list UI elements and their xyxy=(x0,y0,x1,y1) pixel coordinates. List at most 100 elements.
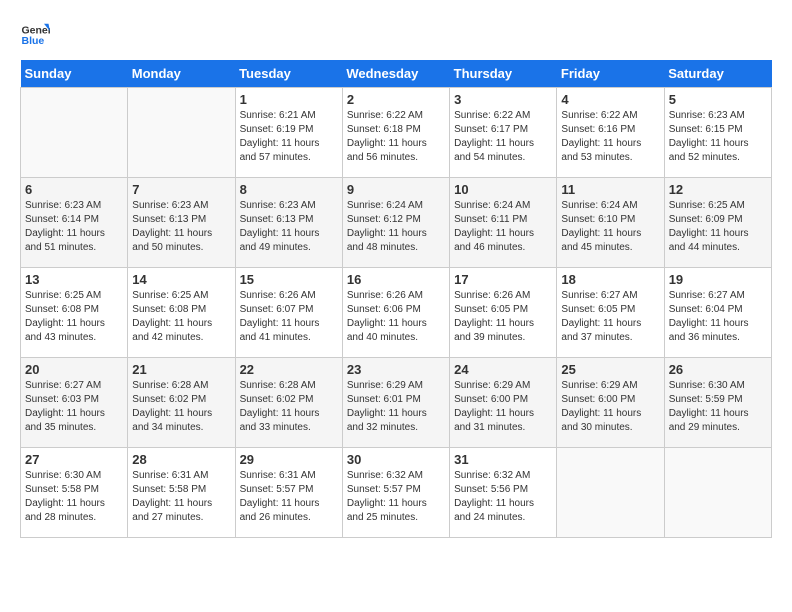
calendar-table: SundayMondayTuesdayWednesdayThursdayFrid… xyxy=(20,60,772,538)
day-cell: 22 Sunrise: 6:28 AM Sunset: 6:02 PM Dayli… xyxy=(235,358,342,448)
day-cell: 20 Sunrise: 6:27 AM Sunset: 6:03 PM Dayli… xyxy=(21,358,128,448)
day-number: 24 xyxy=(454,362,552,377)
day-cell: 10 Sunrise: 6:24 AM Sunset: 6:11 PM Dayli… xyxy=(450,178,557,268)
day-cell: 14Sunrise: 6:25 AM Sunset: 6:08 PM Dayli… xyxy=(128,268,235,358)
day-cell: 26 Sunrise: 6:30 AM Sunset: 5:59 PM Dayli… xyxy=(664,358,771,448)
day-cell xyxy=(557,448,664,538)
day-cell: 15Sunrise: 6:26 AM Sunset: 6:07 PM Dayli… xyxy=(235,268,342,358)
day-info: Sunrise: 6:23 AM Sunset: 6:13 PM Dayligh… xyxy=(132,199,230,255)
day-cell: 3 Sunrise: 6:22 AM Sunset: 6:17 PM Daylig… xyxy=(450,88,557,178)
day-number: 6 xyxy=(25,182,123,197)
day-cell: 29 Sunrise: 6:31 AM Sunset: 5:57 PM Dayli… xyxy=(235,448,342,538)
day-info: Sunrise: 6:28 AM Sunset: 6:02 PM Dayligh… xyxy=(240,379,338,435)
day-number: 2 xyxy=(347,92,445,107)
page-header: General Blue xyxy=(20,20,772,50)
day-info: Sunrise: 6:24 AM Sunset: 6:10 PM Dayligh… xyxy=(561,199,659,255)
day-info: Sunrise: 6:29 AM Sunset: 6:01 PM Dayligh… xyxy=(347,379,445,435)
day-cell: 25 Sunrise: 6:29 AM Sunset: 6:00 PM Dayli… xyxy=(557,358,664,448)
day-info: Sunrise: 6:25 AM Sunset: 6:09 PM Dayligh… xyxy=(669,199,767,255)
day-number: 19 xyxy=(669,272,767,287)
day-cell: 7 Sunrise: 6:23 AM Sunset: 6:13 PM Daylig… xyxy=(128,178,235,268)
day-info: Sunrise: 6:24 AM Sunset: 6:12 PM Dayligh… xyxy=(347,199,445,255)
day-number: 16 xyxy=(347,272,445,287)
day-number: 9 xyxy=(347,182,445,197)
day-info: Sunrise: 6:21 AM Sunset: 6:19 PM Dayligh… xyxy=(240,109,338,165)
week-row-2: 6 Sunrise: 6:23 AM Sunset: 6:14 PM Daylig… xyxy=(21,178,772,268)
week-row-4: 20 Sunrise: 6:27 AM Sunset: 6:03 PM Dayli… xyxy=(21,358,772,448)
day-cell: 27 Sunrise: 6:30 AM Sunset: 5:58 PM Dayli… xyxy=(21,448,128,538)
day-number: 15 xyxy=(240,272,338,287)
day-info: Sunrise: 6:28 AM Sunset: 6:02 PM Dayligh… xyxy=(132,379,230,435)
day-headers-row: SundayMondayTuesdayWednesdayThursdayFrid… xyxy=(21,60,772,88)
week-row-5: 27 Sunrise: 6:30 AM Sunset: 5:58 PM Dayli… xyxy=(21,448,772,538)
day-number: 20 xyxy=(25,362,123,377)
day-info: Sunrise: 6:29 AM Sunset: 6:00 PM Dayligh… xyxy=(454,379,552,435)
day-number: 8 xyxy=(240,182,338,197)
day-header-monday: Monday xyxy=(128,60,235,88)
day-info: Sunrise: 6:29 AM Sunset: 6:00 PM Dayligh… xyxy=(561,379,659,435)
day-header-friday: Friday xyxy=(557,60,664,88)
day-info: Sunrise: 6:25 AM Sunset: 6:08 PM Dayligh… xyxy=(132,289,230,345)
day-info: Sunrise: 6:23 AM Sunset: 6:14 PM Dayligh… xyxy=(25,199,123,255)
day-info: Sunrise: 6:22 AM Sunset: 6:18 PM Dayligh… xyxy=(347,109,445,165)
day-cell: 6 Sunrise: 6:23 AM Sunset: 6:14 PM Daylig… xyxy=(21,178,128,268)
day-cell: 23Sunrise: 6:29 AM Sunset: 6:01 PM Dayli… xyxy=(342,358,449,448)
day-number: 10 xyxy=(454,182,552,197)
day-info: Sunrise: 6:30 AM Sunset: 5:59 PM Dayligh… xyxy=(669,379,767,435)
day-cell: 12Sunrise: 6:25 AM Sunset: 6:09 PM Dayli… xyxy=(664,178,771,268)
day-number: 21 xyxy=(132,362,230,377)
day-number: 29 xyxy=(240,452,338,467)
day-header-saturday: Saturday xyxy=(664,60,771,88)
day-info: Sunrise: 6:26 AM Sunset: 6:05 PM Dayligh… xyxy=(454,289,552,345)
day-info: Sunrise: 6:22 AM Sunset: 6:16 PM Dayligh… xyxy=(561,109,659,165)
day-number: 13 xyxy=(25,272,123,287)
day-number: 4 xyxy=(561,92,659,107)
day-info: Sunrise: 6:27 AM Sunset: 6:03 PM Dayligh… xyxy=(25,379,123,435)
day-number: 18 xyxy=(561,272,659,287)
day-header-wednesday: Wednesday xyxy=(342,60,449,88)
day-cell: 21 Sunrise: 6:28 AM Sunset: 6:02 PM Dayli… xyxy=(128,358,235,448)
svg-text:Blue: Blue xyxy=(22,35,45,47)
day-info: Sunrise: 6:30 AM Sunset: 5:58 PM Dayligh… xyxy=(25,469,123,525)
day-number: 22 xyxy=(240,362,338,377)
day-number: 5 xyxy=(669,92,767,107)
day-number: 26 xyxy=(669,362,767,377)
day-info: Sunrise: 6:23 AM Sunset: 6:13 PM Dayligh… xyxy=(240,199,338,255)
day-number: 17 xyxy=(454,272,552,287)
day-number: 11 xyxy=(561,182,659,197)
day-cell: 2 Sunrise: 6:22 AM Sunset: 6:18 PM Daylig… xyxy=(342,88,449,178)
day-cell: 4 Sunrise: 6:22 AM Sunset: 6:16 PM Daylig… xyxy=(557,88,664,178)
day-number: 25 xyxy=(561,362,659,377)
day-info: Sunrise: 6:31 AM Sunset: 5:58 PM Dayligh… xyxy=(132,469,230,525)
day-cell: 16 Sunrise: 6:26 AM Sunset: 6:06 PM Dayli… xyxy=(342,268,449,358)
day-number: 1 xyxy=(240,92,338,107)
logo: General Blue xyxy=(20,20,50,50)
day-cell xyxy=(21,88,128,178)
day-cell: 8 Sunrise: 6:23 AM Sunset: 6:13 PM Daylig… xyxy=(235,178,342,268)
day-header-tuesday: Tuesday xyxy=(235,60,342,88)
day-cell xyxy=(128,88,235,178)
logo-icon: General Blue xyxy=(20,20,50,50)
day-info: Sunrise: 6:31 AM Sunset: 5:57 PM Dayligh… xyxy=(240,469,338,525)
day-cell: 17 Sunrise: 6:26 AM Sunset: 6:05 PM Dayli… xyxy=(450,268,557,358)
day-info: Sunrise: 6:26 AM Sunset: 6:06 PM Dayligh… xyxy=(347,289,445,345)
day-cell: 28Sunrise: 6:31 AM Sunset: 5:58 PM Dayli… xyxy=(128,448,235,538)
day-info: Sunrise: 6:25 AM Sunset: 6:08 PM Dayligh… xyxy=(25,289,123,345)
day-cell: 18 Sunrise: 6:27 AM Sunset: 6:05 PM Dayli… xyxy=(557,268,664,358)
day-info: Sunrise: 6:24 AM Sunset: 6:11 PM Dayligh… xyxy=(454,199,552,255)
day-info: Sunrise: 6:23 AM Sunset: 6:15 PM Dayligh… xyxy=(669,109,767,165)
day-number: 3 xyxy=(454,92,552,107)
day-info: Sunrise: 6:27 AM Sunset: 6:04 PM Dayligh… xyxy=(669,289,767,345)
day-number: 27 xyxy=(25,452,123,467)
day-cell: 5 Sunrise: 6:23 AM Sunset: 6:15 PM Daylig… xyxy=(664,88,771,178)
day-info: Sunrise: 6:27 AM Sunset: 6:05 PM Dayligh… xyxy=(561,289,659,345)
day-info: Sunrise: 6:22 AM Sunset: 6:17 PM Dayligh… xyxy=(454,109,552,165)
day-cell: 19 Sunrise: 6:27 AM Sunset: 6:04 PM Dayli… xyxy=(664,268,771,358)
day-cell: 11 Sunrise: 6:24 AM Sunset: 6:10 PM Dayli… xyxy=(557,178,664,268)
day-number: 7 xyxy=(132,182,230,197)
week-row-3: 13 Sunrise: 6:25 AM Sunset: 6:08 PM Dayli… xyxy=(21,268,772,358)
day-cell: 9 Sunrise: 6:24 AM Sunset: 6:12 PM Daylig… xyxy=(342,178,449,268)
day-number: 31 xyxy=(454,452,552,467)
day-cell xyxy=(664,448,771,538)
day-number: 30 xyxy=(347,452,445,467)
